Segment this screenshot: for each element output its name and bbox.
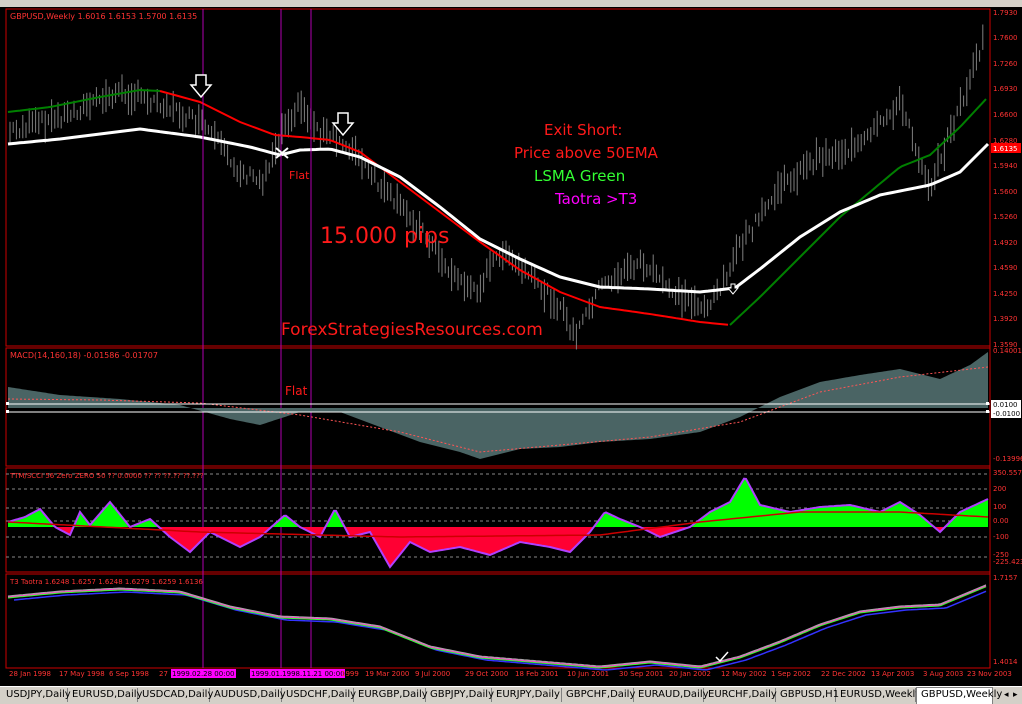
- date-tick-label: 1999.02.28 00:00: [172, 670, 234, 678]
- cci-tick-label: 350.5574: [993, 469, 1022, 477]
- price-tick-label: 1.5940: [993, 162, 1018, 170]
- price-above-text: Price above 50EMA: [514, 144, 659, 162]
- cci-tick-label: 100: [993, 503, 1006, 511]
- price-tick-label: 1.6930: [993, 85, 1018, 93]
- cci-tick-label: -225.423: [993, 558, 1022, 566]
- exit-short-text: Exit Short:: [544, 121, 622, 139]
- date-tick-label: 19 Mar 2000: [365, 670, 409, 678]
- price-tick-label: 1.5260: [993, 213, 1018, 221]
- t3-tick-label: 1.4014: [993, 658, 1018, 666]
- cci-negative-area: [8, 527, 988, 567]
- t3-green-line: [7, 586, 987, 669]
- macd-tick-label: 0.14001: [993, 347, 1022, 355]
- date-tick-label: 3 Aug 2003: [923, 670, 963, 678]
- date-tick-label: 6 Sep 1998: [109, 670, 149, 678]
- main-panel-frame: [5, 8, 991, 347]
- chart-tab[interactable]: GBPJPY,Daily: [426, 688, 494, 702]
- flat-macd-text: Flat: [285, 384, 308, 398]
- macd-tick-label: -0.13996: [993, 455, 1022, 463]
- chart-tab[interactable]: GBPUSD,H1: [776, 688, 839, 702]
- flat-main-text: Flat: [289, 169, 310, 182]
- price-tick-label: 1.6280: [993, 137, 1018, 145]
- cci-panel-label: TTM/SCCI 56 Zero ZERO 50 ?? 0.0000 ?? ??…: [9, 472, 204, 480]
- terminal-window: GBPUSD,Weekly 1.6016 1.6153 1.5700 1.613…: [0, 0, 1022, 704]
- t3-pink-line: [7, 585, 987, 668]
- date-tick-label: 9 Jul 2000: [415, 670, 450, 678]
- date-tick-label: 23 Nov 2003: [967, 670, 1012, 678]
- chart-tab[interactable]: EURGBP,Daily: [354, 688, 428, 702]
- current-price-label: 1.6135: [993, 145, 1018, 153]
- date-tick-label: 10 Jun 2001: [567, 670, 609, 678]
- taotra-text: Taotra >T3: [554, 190, 637, 208]
- chart-tab[interactable]: EURUSD,Weekly: [836, 688, 921, 702]
- price-tick-label: 1.7600: [993, 34, 1018, 42]
- ema-50-line: [7, 127, 990, 294]
- t3-white-line: [7, 584, 987, 667]
- chart-tab[interactable]: GBPCHF,Daily: [562, 688, 635, 702]
- tab-scroll-left-icon[interactable]: ◂: [1004, 690, 1009, 700]
- pips-text: 15.000 pips: [320, 224, 449, 249]
- cci-tick-label: 200: [993, 485, 1006, 493]
- price-tick-label: 1.7260: [993, 60, 1018, 68]
- cci-positive-area: [8, 478, 988, 527]
- macd-tick-label: -0.0100: [993, 410, 1020, 418]
- price-tick-label: 1.4920: [993, 239, 1018, 247]
- cci-tick-label: -100: [993, 533, 1009, 541]
- chart-tab-bar: USDJPY,Daily EURUSD,Daily USDCAD,Daily AUDU…: [0, 686, 1022, 704]
- date-tick-label: 13 Apr 2003: [871, 670, 914, 678]
- date-tick-label: 27: [159, 670, 168, 678]
- cci-tick-label: 0.00: [993, 517, 1009, 525]
- chart-tab[interactable]: EURJPY,Daily: [492, 688, 562, 702]
- chart-tab[interactable]: USDCAD,Daily: [138, 688, 213, 702]
- macd-histogram: [8, 352, 988, 459]
- date-tick-label: 18 Feb 2001: [515, 670, 559, 678]
- date-tick-label: 30 Sep 2001: [619, 670, 663, 678]
- date-tick-label: 1999.01.1998.11.21 00:00: [251, 670, 345, 678]
- price-axis-labels: 1.7930 1.7600 1.7260 1.6930 1.6600 1.6280 1.59…: [993, 9, 1022, 666]
- level-handle-1[interactable]: [6, 402, 9, 405]
- level-handle-3[interactable]: [986, 402, 989, 405]
- level-handle-2[interactable]: [6, 410, 9, 413]
- date-tick-label: 29 Oct 2000: [465, 670, 508, 678]
- date-tick-label: 12 May 2002: [721, 670, 767, 678]
- price-tick-label: 1.4250: [993, 290, 1018, 298]
- date-tick-label: 22 Dec 2002: [821, 670, 866, 678]
- lsma-green-text: LSMA Green: [534, 167, 625, 185]
- website-text: ForexStrategiesResources.com: [281, 320, 543, 340]
- price-tick-label: 1.5600: [993, 188, 1018, 196]
- chart-tab[interactable]: AUDUSD,Daily: [210, 688, 286, 702]
- price-tick-label: 1.3920: [993, 315, 1018, 323]
- price-tick-label: 1.4590: [993, 264, 1018, 272]
- t3-tick-label: 1.7157: [993, 574, 1018, 582]
- t3-panel-label: T3 Taotra 1.6248 1.6257 1.6248 1.6279 1.…: [9, 578, 203, 586]
- chart-tab[interactable]: EURCHF,Daily: [704, 688, 777, 702]
- price-tick-label: 1.7930: [993, 9, 1018, 17]
- chart-area[interactable]: GBPUSD,Weekly 1.6016 1.6153 1.5700 1.613…: [0, 7, 1022, 686]
- chart-tab[interactable]: GBPUSD,Weekly: [916, 687, 1002, 704]
- chart-tab[interactable]: EURAUD,Daily: [634, 688, 709, 702]
- price-bars: [9, 24, 984, 350]
- date-tick-label: 20 Jan 2002: [669, 670, 711, 678]
- main-panel-label: GBPUSD,Weekly 1.6016 1.6153 1.5700 1.613…: [10, 12, 197, 21]
- date-axis-labels: 28 Jan 1998 17 May 1998 6 Sep 1998 27 1999.0…: [9, 669, 1012, 678]
- date-tick-label: 17 May 1998: [59, 670, 105, 678]
- tab-scroll-right-icon[interactable]: ▸: [1013, 690, 1018, 700]
- t3-panel-frame: [5, 573, 991, 669]
- down-arrow-icon: [189, 74, 213, 99]
- price-tick-label: 1.6600: [993, 111, 1018, 119]
- date-tick-label: 28 Jan 1998: [9, 670, 51, 678]
- date-tick-label: 1999: [341, 670, 359, 678]
- level-handle-4[interactable]: [986, 410, 989, 413]
- chart-tab[interactable]: EURUSD,Daily: [68, 688, 142, 702]
- chart-tab[interactable]: USDCHF,Daily: [282, 688, 356, 702]
- chart-svg: GBPUSD,Weekly 1.6016 1.6153 1.5700 1.613…: [5, 8, 1022, 678]
- date-tick-label: 1 Sep 2002: [771, 670, 811, 678]
- macd-panel-label: MACD(14,160,18) -0.01586 -0.01707: [10, 351, 158, 360]
- macd-tick-label: 0.0100: [993, 401, 1018, 409]
- chart-tab[interactable]: USDJPY,Daily: [2, 688, 71, 702]
